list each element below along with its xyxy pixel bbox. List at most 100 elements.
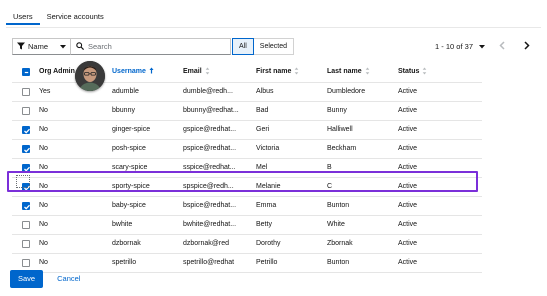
tabs-divider (6, 27, 541, 28)
row-select-cell (12, 100, 39, 120)
last-name-cell: Bunton (327, 252, 398, 273)
email-cell: bwhite@redhat... (183, 214, 256, 234)
column-header-email[interactable]: Email (183, 62, 256, 82)
first-name-cell: Betty (256, 214, 327, 234)
first-name-header-label: First name (256, 68, 292, 76)
row-select-checkbox[interactable] (22, 239, 30, 248)
last-name-cell: B (327, 157, 398, 177)
sort-icon (365, 67, 370, 77)
last-name-cell: Bunny (327, 100, 398, 120)
row-select-checkbox[interactable] (22, 182, 30, 191)
status-cell: Active (398, 252, 482, 273)
pagination: 1 - 10 of 37 (435, 38, 535, 55)
row-select-cell (12, 214, 39, 234)
next-page-button[interactable] (519, 39, 535, 55)
last-name-cell: C (327, 176, 398, 196)
filter-icon (17, 42, 25, 52)
status-cell: Active (398, 176, 482, 196)
first-name-cell: Emma (256, 195, 327, 215)
last-name-header-label: Last name (327, 68, 362, 76)
row-select-cell (12, 138, 39, 158)
username-cell: posh-spice (112, 138, 183, 158)
column-header-first-name[interactable]: First name (256, 62, 327, 82)
sort-icon (294, 67, 299, 77)
last-name-cell: Zbornak (327, 233, 398, 253)
column-header-username[interactable]: Username (112, 62, 183, 82)
row-select-checkbox[interactable] (22, 258, 30, 267)
username-header-label: Username (112, 68, 146, 76)
users-table: Org Admin Username Email First name Last… (12, 62, 482, 273)
pagination-range-text: 1 - 10 of 37 (435, 42, 473, 51)
username-sort: Username (112, 67, 154, 76)
row-select-checkbox[interactable] (22, 125, 30, 134)
row-select-checkbox[interactable] (22, 201, 30, 210)
status-cell: Active (398, 138, 482, 158)
status-cell: Active (398, 119, 482, 139)
status-cell: Active (398, 157, 482, 177)
username-cell: adumble (112, 81, 183, 101)
row-select-cell (12, 157, 39, 177)
email-cell: spetrillo@redhat (183, 252, 256, 273)
row-select-checkbox[interactable] (22, 106, 30, 115)
first-name-cell: Mel (256, 157, 327, 177)
username-cell: scary-spice (112, 157, 183, 177)
first-name-cell: Geri (256, 119, 327, 139)
row-select-cell (12, 233, 39, 253)
row-select-checkbox[interactable] (22, 220, 30, 229)
sort-icon (422, 67, 427, 77)
sort-up-icon (149, 67, 154, 76)
status-sort: Status (398, 67, 427, 77)
form-footer: Save Cancel (10, 270, 88, 288)
email-cell: spspice@redh... (183, 176, 256, 196)
email-cell: gspice@redhat... (183, 119, 256, 139)
save-button[interactable]: Save (10, 270, 44, 288)
row-select-checkbox[interactable] (22, 87, 30, 96)
table-row: No baby-spice bspice@redhat... Emma Bunton Ac… (12, 195, 482, 215)
toggle-selected-button[interactable]: Selected (253, 38, 295, 55)
row-select-checkbox[interactable] (22, 144, 30, 153)
column-header-last-name[interactable]: Last name (327, 62, 398, 82)
table-row: No dzbornak dzbornak@red Dorothy Zbornak Acti… (12, 233, 482, 253)
sort-icon (205, 67, 210, 77)
cancel-button[interactable]: Cancel (49, 270, 88, 288)
username-cell: baby-spice (112, 195, 183, 215)
last-name-cell: Bunton (327, 195, 398, 215)
toggle-all-button[interactable]: All (232, 38, 254, 55)
email-cell: dumble@redh... (183, 81, 256, 101)
last-name-cell: Beckham (327, 138, 398, 158)
row-select-checkbox[interactable] (22, 163, 30, 172)
email-sort: Email (183, 67, 210, 77)
search-icon (76, 41, 85, 52)
previous-page-button[interactable] (494, 39, 510, 55)
org-admin-cell: No (39, 195, 112, 215)
first-name-cell: Bad (256, 100, 327, 120)
username-cell: bbunny (112, 100, 183, 120)
status-header-label: Status (398, 68, 420, 76)
first-name-cell: Melanie (256, 176, 327, 196)
last-name-sort: Last name (327, 67, 370, 77)
row-select-cell (12, 195, 39, 215)
table-row: No scary-spice sspice@redhat... Mel B Active (12, 157, 482, 177)
search-input[interactable] (88, 42, 218, 51)
select-all-checkbox[interactable] (22, 67, 30, 76)
username-cell: sporty-spice (112, 176, 183, 196)
table-row: No bbunny bbunny@redhat... Bad Bunny Active (12, 100, 482, 120)
org-admin-cell: No (39, 157, 112, 177)
status-cell: Active (398, 100, 482, 120)
caret-down-icon (479, 42, 485, 51)
first-name-cell: Victoria (256, 138, 327, 158)
column-header-status[interactable]: Status (398, 62, 482, 82)
tab-users[interactable]: Users (6, 9, 40, 25)
username-cell: spetrillo (112, 252, 183, 273)
avatar (75, 61, 105, 91)
org-admin-cell: No (39, 138, 112, 158)
pagination-range-dropdown[interactable]: 1 - 10 of 37 (435, 42, 485, 51)
username-cell: bwhite (112, 214, 183, 234)
filter-label: Name (28, 42, 49, 51)
row-select-cell (12, 176, 39, 196)
email-cell: bbunny@redhat... (183, 100, 256, 120)
org-admin-cell: No (39, 214, 112, 234)
tab-service-accounts[interactable]: Service accounts (40, 9, 111, 25)
filter-dropdown[interactable]: Name (12, 38, 71, 55)
caret-down-icon (60, 42, 66, 51)
